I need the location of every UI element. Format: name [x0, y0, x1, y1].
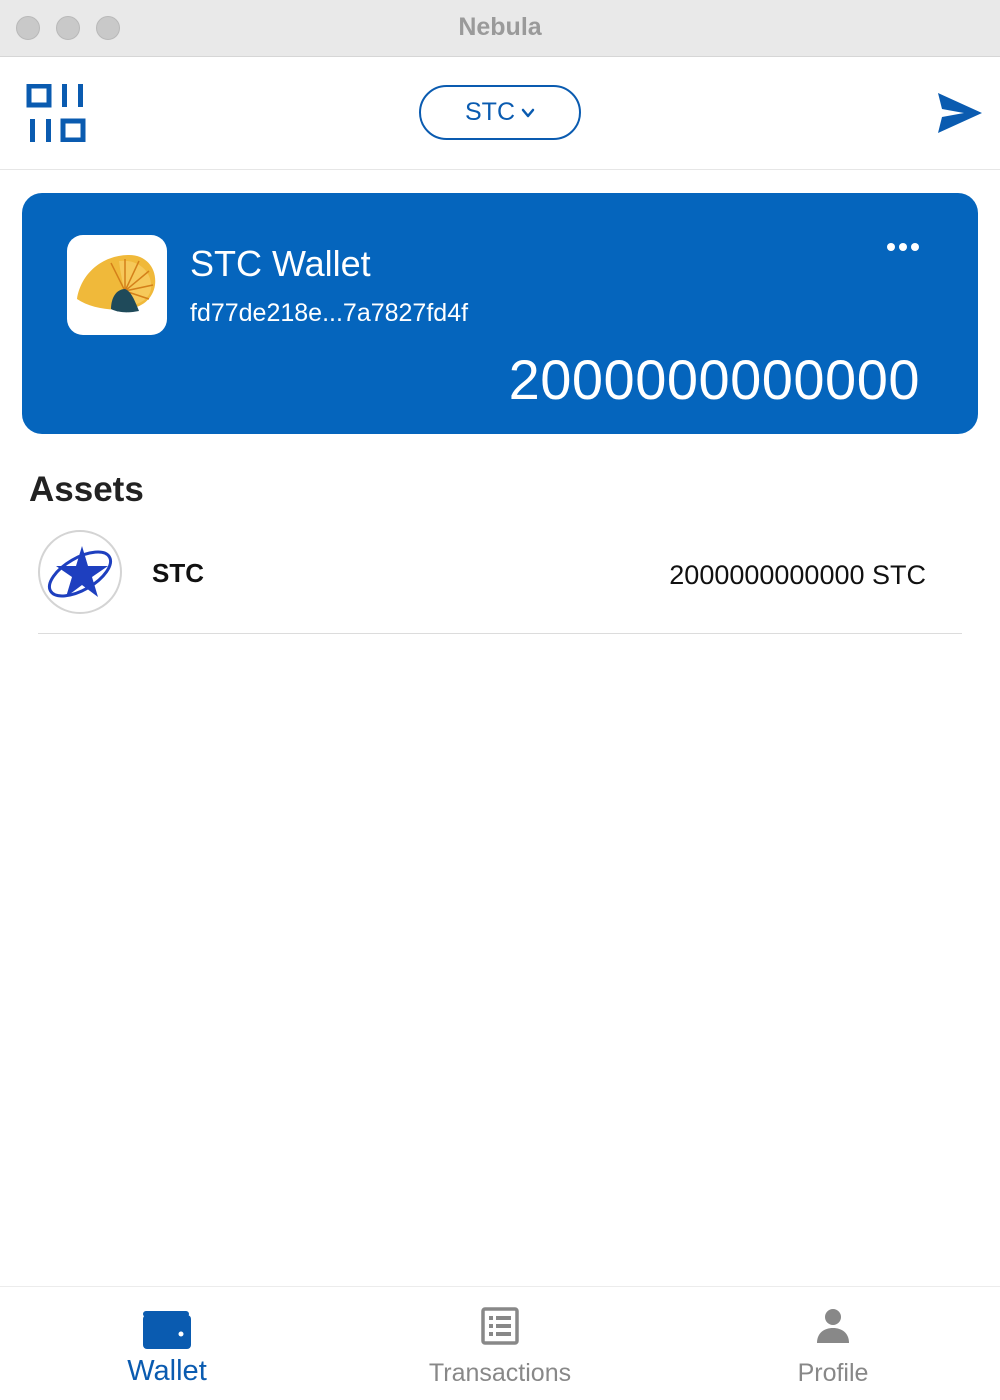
asset-logo [38, 530, 122, 614]
tab-wallet[interactable]: Wallet [47, 1287, 287, 1400]
bottom-tab-bar: Wallet Transactions Profile [0, 1286, 1000, 1400]
send-button[interactable] [936, 91, 984, 135]
qr-scan-icon [26, 83, 86, 143]
assets-heading: Assets [29, 470, 144, 509]
tab-transactions-label: Transactions [428, 1359, 572, 1387]
tab-profile-label: Profile [797, 1359, 869, 1387]
token-selector-value: STC [465, 98, 515, 126]
wallet-logo [67, 235, 167, 335]
wallet-card[interactable]: STC Wallet fd77de218e...7a7827fd4f 20000… [22, 193, 978, 434]
starcoin-logo-icon [47, 546, 113, 598]
tab-profile[interactable]: Profile [713, 1287, 953, 1400]
send-icon [938, 93, 982, 133]
wallet-more-button[interactable] [882, 233, 926, 261]
list-icon [481, 1307, 519, 1345]
token-selector[interactable]: STC [419, 85, 581, 140]
person-icon [817, 1309, 849, 1343]
asset-amount: 2000000000000 STC [669, 560, 926, 590]
tab-wallet-label: Wallet [127, 1355, 207, 1387]
qr-scan-button[interactable] [26, 83, 88, 143]
title-bar: Nebula [0, 0, 1000, 57]
nautilus-logo-icon [77, 255, 156, 313]
tab-transactions[interactable]: Transactions [380, 1287, 620, 1400]
window-title: Nebula [458, 13, 542, 41]
wallet-balance: 2000000000000 [508, 348, 920, 411]
more-horizontal-icon [887, 243, 919, 251]
wallet-icon [143, 1311, 191, 1349]
wallet-name: STC Wallet [190, 243, 371, 284]
app-window: Nebula STC STC Wallet fd77de218e...7a782… [0, 0, 1000, 1400]
wallet-address[interactable]: fd77de218e...7a7827fd4f [190, 299, 468, 328]
chevron-down-icon [521, 108, 535, 117]
asset-list-item[interactable]: STC 2000000000000 STC [38, 528, 962, 634]
top-toolbar: STC [0, 57, 1000, 170]
asset-symbol: STC [152, 558, 204, 588]
